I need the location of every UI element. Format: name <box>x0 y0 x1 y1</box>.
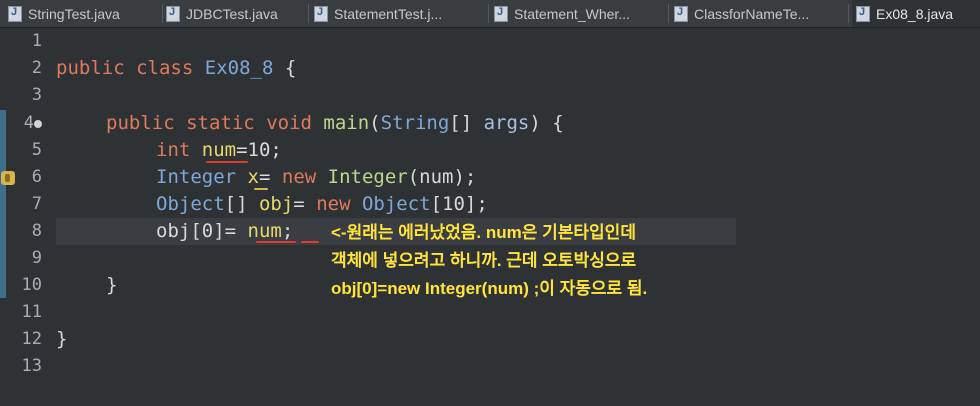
code-line-5: int num=10; <box>156 139 282 161</box>
line-number: 3 <box>31 85 42 105</box>
line-number: 11 <box>21 302 42 322</box>
error-squiggle <box>256 241 296 243</box>
tab-label: Ex08_8.java <box>876 5 954 22</box>
tab-separator <box>488 4 489 23</box>
line-number: 13 <box>21 356 42 376</box>
code-line-4: public static void main(String[] args) { <box>106 112 564 134</box>
tab-separator <box>668 4 669 23</box>
tab-statementtest[interactable]: StatementTest.j... <box>314 0 484 27</box>
tab-label: JDBCTest.java <box>186 5 278 22</box>
tab-statement-where[interactable]: Statement_Wher... <box>494 0 664 27</box>
java-file-icon <box>494 5 508 22</box>
tab-stringtest[interactable]: StringTest.java <box>8 0 158 27</box>
code-line-7: Object[] obj= new Object[10]; <box>156 193 488 215</box>
line-number: 1 <box>31 31 42 51</box>
tab-separator <box>308 4 309 23</box>
annotation-line: obj[0]=new Integer(num) ;이 자동으로 됨. <box>331 279 648 298</box>
annotation-line: <-원래는 에러났었음. num은 기본타입인데 <box>331 223 636 242</box>
error-squiggle <box>301 241 319 243</box>
tab-label: StringTest.java <box>28 5 120 22</box>
line-number: 5 <box>31 140 42 160</box>
line-number: 7 <box>31 194 42 214</box>
tab-label: Statement_Wher... <box>514 5 630 22</box>
annotation-note: <-원래는 에러났었음. num은 기본타입인데 객체에 넣으려고 하니까. 근… <box>331 219 771 303</box>
tab-ex08-8[interactable]: Ex08_8.java <box>852 0 980 27</box>
code-area[interactable]: public class Ex08_8 { public static void… <box>56 28 980 406</box>
annotation-line: 객체에 넣으려고 하니까. 근데 오토박싱으로 <box>331 251 637 270</box>
tab-jdbctest[interactable]: JDBCTest.java <box>166 0 306 27</box>
java-file-icon <box>8 5 22 22</box>
java-file-icon <box>166 5 180 22</box>
java-file-icon <box>674 5 688 22</box>
editor-tab-bar: StringTest.java JDBCTest.java StatementT… <box>0 0 980 28</box>
code-editor[interactable]: 1 2 3 4 5 6 7 8 9 10 11 12 13 public cla… <box>0 28 980 406</box>
code-line-6: Integer x= new Integer(num); <box>156 166 477 188</box>
error-squiggle <box>206 161 248 163</box>
line-number: 12 <box>21 329 42 349</box>
line-number: 4 <box>23 113 34 133</box>
tab-separator <box>162 4 163 23</box>
line-number: 2 <box>31 58 42 78</box>
line-number: 10 <box>21 275 42 295</box>
code-line-12: } <box>56 328 68 350</box>
tab-separator <box>848 4 849 23</box>
tab-classfornametest[interactable]: ClassforNameTe... <box>674 0 844 27</box>
warning-lightbulb-icon[interactable] <box>1 171 15 185</box>
fold-toggle-icon[interactable] <box>34 120 42 128</box>
code-line-10: } <box>106 274 118 296</box>
tab-label: ClassforNameTe... <box>694 5 810 22</box>
line-number: 9 <box>31 248 42 268</box>
line-number: 6 <box>31 167 42 187</box>
java-file-icon <box>856 5 870 22</box>
tab-label: StatementTest.j... <box>334 5 443 22</box>
line-number-gutter: 1 2 3 4 5 6 7 8 9 10 11 12 13 <box>1 28 48 406</box>
java-file-icon <box>314 5 328 22</box>
line-number: 8 <box>31 221 42 241</box>
warning-squiggle <box>254 188 268 190</box>
code-line-2: public class Ex08_8 { <box>56 57 297 79</box>
